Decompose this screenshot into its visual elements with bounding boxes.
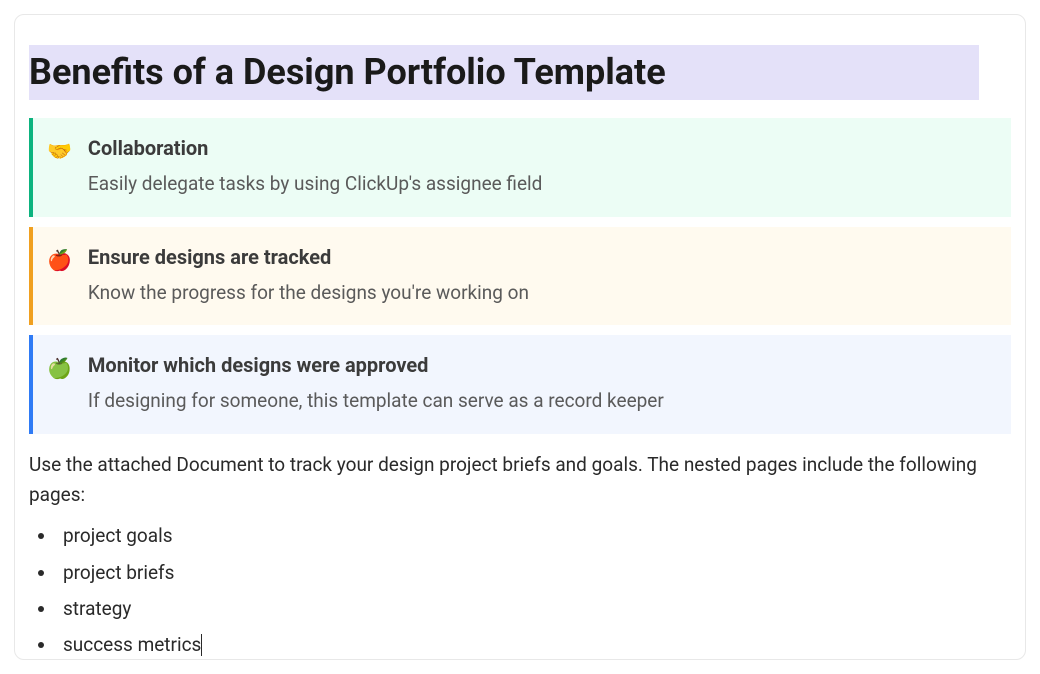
callout-content: Ensure designs are tracked Know the prog…: [88, 245, 993, 308]
callout-collaboration[interactable]: 🤝 Collaboration Easily delegate tasks by…: [29, 118, 1011, 217]
callout-content: Monitor which designs were approved If d…: [88, 353, 993, 416]
bullet-list[interactable]: project goals project briefs strategy su…: [57, 518, 1011, 660]
document-container: Benefits of a Design Portfolio Template …: [14, 14, 1026, 660]
list-item[interactable]: project briefs: [57, 555, 1011, 591]
callout-title[interactable]: Monitor which designs were approved: [88, 353, 993, 377]
callout-desc[interactable]: Know the progress for the designs you're…: [88, 279, 993, 308]
green-apple-icon: 🍏: [47, 354, 72, 382]
callout-title[interactable]: Collaboration: [88, 136, 993, 160]
body-paragraph[interactable]: Use the attached Document to track your …: [29, 450, 1011, 511]
handshake-icon: 🤝: [47, 137, 72, 165]
list-item[interactable]: project goals: [57, 518, 1011, 554]
callout-tracking[interactable]: 🍎 Ensure designs are tracked Know the pr…: [29, 227, 1011, 326]
callout-content: Collaboration Easily delegate tasks by u…: [88, 136, 993, 199]
list-item[interactable]: success metrics: [57, 627, 1011, 660]
callout-title[interactable]: Ensure designs are tracked: [88, 245, 993, 269]
red-apple-icon: 🍎: [47, 246, 72, 274]
list-item[interactable]: strategy: [57, 591, 1011, 627]
callout-desc[interactable]: If designing for someone, this template …: [88, 387, 993, 416]
callout-desc[interactable]: Easily delegate tasks by using ClickUp's…: [88, 170, 993, 199]
callout-approval[interactable]: 🍏 Monitor which designs were approved If…: [29, 335, 1011, 434]
page-title[interactable]: Benefits of a Design Portfolio Template: [29, 45, 979, 100]
